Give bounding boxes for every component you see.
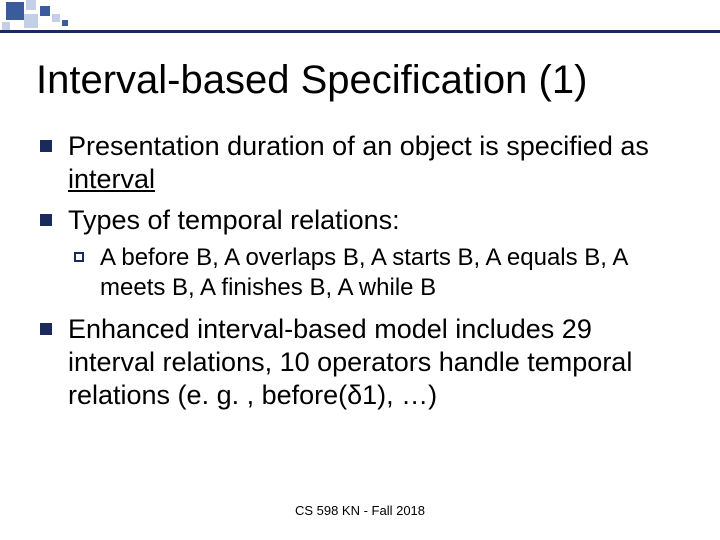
bullet-1-interval-word: interval bbox=[68, 164, 155, 194]
slide-title: Interval-based Specification (1) bbox=[36, 58, 684, 102]
slide-body: Presentation duration of an object is sp… bbox=[36, 130, 680, 420]
bullet-1: Presentation duration of an object is sp… bbox=[36, 130, 680, 196]
bullet-2-text: Types of temporal relations: bbox=[68, 205, 400, 235]
corner-decoration bbox=[0, 0, 120, 32]
bullet-2: Types of temporal relations: A before B,… bbox=[36, 204, 680, 303]
header-rule bbox=[0, 30, 720, 33]
slide: Interval-based Specification (1) Present… bbox=[0, 0, 720, 540]
bullet-2-sub: A before B, A overlaps B, A starts B, A … bbox=[68, 243, 680, 303]
slide-footer: CS 598 KN - Fall 2018 bbox=[0, 503, 720, 518]
bullet-3: Enhanced interval-based model includes 2… bbox=[36, 313, 680, 412]
bullet-1-text-pre: Presentation duration of an object is sp… bbox=[68, 131, 649, 161]
